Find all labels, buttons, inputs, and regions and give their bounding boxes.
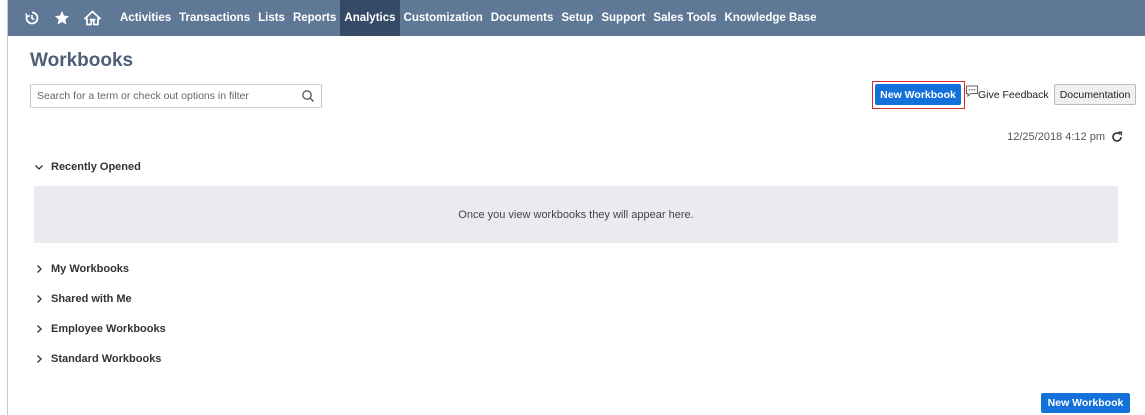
nav-item-knowledge-base[interactable]: Knowledge Base: [720, 0, 820, 36]
give-feedback-icon-wrap: [965, 84, 979, 98]
give-feedback-button[interactable]: Give Feedback: [978, 84, 1050, 105]
nav-item-reports[interactable]: Reports: [289, 0, 340, 36]
empty-message: Once you view workbooks they will appear…: [458, 208, 694, 221]
section-standard-workbooks[interactable]: Standard Workbooks: [34, 353, 161, 365]
star-icon[interactable]: [50, 0, 74, 36]
nav-item-documents[interactable]: Documents: [487, 0, 558, 36]
nav-item-lists[interactable]: Lists: [254, 0, 289, 36]
recent-icon[interactable]: [20, 0, 44, 36]
feedback-icon: [965, 85, 979, 98]
chevron-down-icon: [35, 165, 43, 170]
search-box: [30, 84, 322, 108]
timestamp-text: 12/25/2018 4:12 pm: [1007, 131, 1105, 143]
app-frame: Activities Transactions Lists Reports An…: [7, 0, 1145, 415]
section-label: Standard Workbooks: [51, 353, 162, 365]
nav-item-setup[interactable]: Setup: [557, 0, 597, 36]
search-input[interactable]: [37, 90, 299, 102]
nav-menu: Activities Transactions Lists Reports An…: [116, 0, 821, 36]
nav-item-activities[interactable]: Activities: [116, 0, 175, 36]
nav-item-support[interactable]: Support: [597, 0, 649, 36]
section-label: My Workbooks: [51, 263, 130, 275]
nav-item-sales-tools[interactable]: Sales Tools: [649, 0, 720, 36]
section-label: Recently Opened: [51, 161, 141, 173]
chevron-right-icon: [37, 265, 42, 273]
section-employee-workbooks[interactable]: Employee Workbooks: [34, 323, 166, 335]
new-workbook-button-bottom[interactable]: New Workbook: [1041, 393, 1130, 413]
nav-item-transactions[interactable]: Transactions: [175, 0, 254, 36]
nav-item-analytics[interactable]: Analytics: [340, 0, 400, 36]
chevron-right-icon: [37, 355, 42, 363]
section-label: Shared with Me: [51, 293, 132, 305]
home-icon[interactable]: [80, 0, 104, 36]
section-shared-with-me[interactable]: Shared with Me: [34, 293, 132, 305]
new-workbook-button[interactable]: New Workbook: [875, 84, 961, 105]
section-my-workbooks[interactable]: My Workbooks: [34, 263, 129, 275]
nav-item-customization[interactable]: Customization: [400, 0, 487, 36]
refresh-icon[interactable]: [1111, 131, 1123, 143]
chevron-right-icon: [37, 295, 42, 303]
section-label: Employee Workbooks: [51, 323, 166, 335]
chevron-right-icon: [37, 325, 42, 333]
last-refreshed: 12/25/2018 4:12 pm: [1007, 131, 1123, 143]
page-title: Workbooks: [30, 50, 134, 71]
search-icon[interactable]: [301, 89, 315, 103]
documentation-button[interactable]: Documentation: [1054, 84, 1136, 105]
top-nav-bar: Activities Transactions Lists Reports An…: [8, 0, 1145, 36]
recently-opened-empty-state: Once you view workbooks they will appear…: [34, 186, 1118, 243]
section-recently-opened[interactable]: Recently Opened: [34, 161, 141, 173]
